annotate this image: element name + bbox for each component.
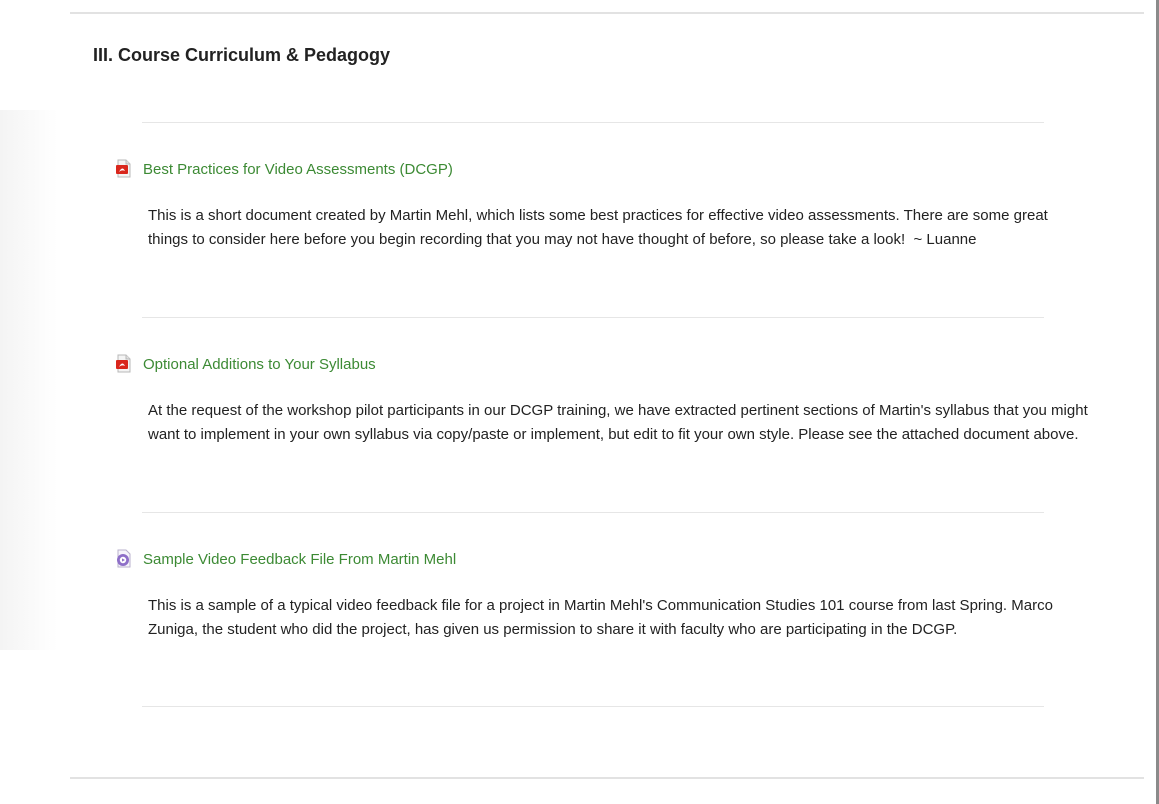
course-module-page: III. Course Curriculum & Pedagogy Best P… xyxy=(0,0,1159,804)
resource-item-syllabus-additions[interactable]: Optional Additions to Your Syllabus xyxy=(114,353,376,375)
resource-description-best-practices: This is a short document created by Mart… xyxy=(148,207,1048,248)
pdf-file-icon xyxy=(114,354,134,374)
resource-description-video-feedback: This is a sample of a typical video feed… xyxy=(148,597,1053,638)
resource-link-syllabus-additions[interactable]: Optional Additions to Your Syllabus xyxy=(143,356,376,373)
top-divider xyxy=(70,12,1144,14)
section-title: III. Course Curriculum & Pedagogy xyxy=(93,45,391,65)
item-divider xyxy=(142,512,1044,513)
background-texture xyxy=(0,110,58,650)
pdf-file-icon xyxy=(114,159,134,179)
video-file-icon xyxy=(114,549,134,569)
item-divider xyxy=(142,317,1044,318)
resource-item-best-practices[interactable]: Best Practices for Video Assessments (DC… xyxy=(114,158,453,180)
item-divider xyxy=(142,122,1044,123)
resource-link-best-practices[interactable]: Best Practices for Video Assessments (DC… xyxy=(143,161,453,178)
resource-item-video-feedback[interactable]: Sample Video Feedback File From Martin M… xyxy=(114,548,456,570)
resource-description-syllabus-additions: At the request of the workshop pilot par… xyxy=(148,402,1088,443)
resource-link-video-feedback[interactable]: Sample Video Feedback File From Martin M… xyxy=(143,551,456,568)
item-divider xyxy=(142,706,1044,707)
bottom-divider xyxy=(70,777,1144,779)
